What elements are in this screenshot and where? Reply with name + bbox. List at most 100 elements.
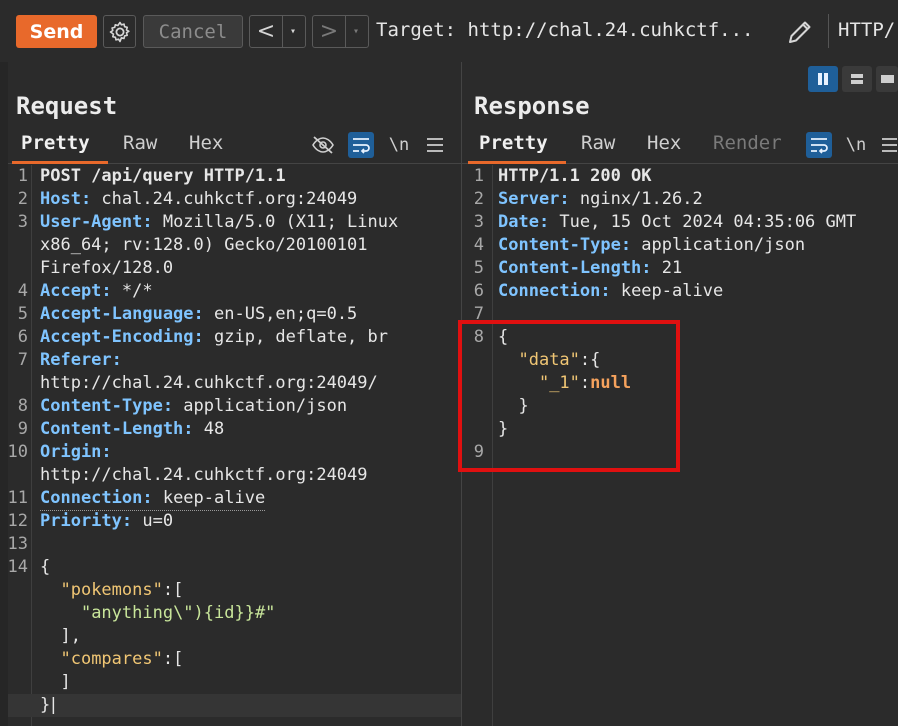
forward-navigation[interactable]: > ▾ (312, 15, 369, 48)
header-value: gzip, deflate, br (203, 327, 388, 347)
json-punctuation: ] (60, 672, 71, 692)
code-line: 6 Connection: keep-alive (462, 280, 898, 303)
eye-off-icon (312, 136, 334, 154)
code-line: 4 Accept: */* (8, 280, 461, 303)
target-url: Target: http://chal.24.cuhkctf... (376, 19, 754, 41)
json-line: "compares":[ (40, 648, 183, 671)
line-number: 4 (473, 235, 484, 255)
code-line: 2 Server: nginx/1.26.2 (462, 188, 898, 211)
response-tab-render[interactable]: Render (713, 132, 782, 154)
line-number: 3 (473, 212, 484, 232)
header-name: Accept-Language: (40, 304, 204, 324)
code-line: Firefox/128.0 (8, 257, 461, 280)
header-value: HTTP/1.1 200 OK (498, 166, 652, 186)
code-line: "compares":[ (8, 648, 461, 671)
line-text: http://chal.24.cuhkctf.org:24049 (40, 464, 368, 487)
header-value: 21 (651, 258, 683, 278)
response-tab-raw[interactable]: Raw (581, 132, 615, 154)
request-tab-raw[interactable]: Raw (123, 132, 157, 154)
line-text: Accept-Encoding: gzip, deflate, br (40, 326, 388, 349)
json-key: "pokemons" (60, 580, 163, 600)
header-name: Date: (498, 212, 550, 232)
header-value: */* (111, 281, 153, 301)
header-name: Accept-Encoding: (40, 327, 204, 347)
forward-history-caret-icon[interactable]: ▾ (345, 16, 366, 47)
header-name: Host: (40, 189, 92, 209)
line-number: 6 (17, 327, 28, 347)
response-menu-button[interactable] (880, 132, 898, 158)
line-text: User-Agent: Mozilla/5.0 (X11; Linux (40, 211, 398, 234)
line-text: Connection: keep-alive (40, 487, 266, 511)
layout-split-button[interactable] (808, 66, 838, 92)
response-tab-hex[interactable]: Hex (647, 132, 681, 154)
text-cursor: | (48, 695, 59, 715)
header-name: User-Agent: (40, 212, 153, 232)
code-line: }| (8, 694, 461, 717)
active-tab-indicator (12, 161, 108, 164)
line-number: 12 (7, 511, 28, 531)
back-history-caret-icon[interactable]: ▾ (282, 16, 303, 47)
code-line: 5 Accept-Language: en-US,en;q=0.5 (8, 303, 461, 326)
line-number: 1 (473, 166, 484, 186)
header-value: nginx/1.26.2 (569, 189, 703, 209)
line-number: 3 (17, 212, 28, 232)
header-name: Content-Length: (498, 258, 652, 278)
line-number: 9 (17, 419, 28, 439)
hide-nonprintable-button[interactable] (310, 132, 336, 158)
code-line: 8 Content-Type: application/json (8, 395, 461, 418)
json-line: ] (40, 671, 71, 694)
forward-arrow-icon[interactable]: > (313, 16, 345, 47)
menu-icon (882, 138, 897, 152)
request-tab-pretty[interactable]: Pretty (21, 132, 90, 154)
newline-toggle[interactable]: \n (386, 132, 412, 158)
newline-toggle[interactable]: \n (843, 132, 869, 158)
send-button[interactable]: Send (16, 15, 97, 48)
cancel-button[interactable]: Cancel (143, 15, 243, 48)
json-line: "pokemons":[ (40, 579, 183, 602)
code-line: 7 Referer: (8, 349, 461, 372)
wrap-icon (353, 138, 370, 154)
header-name: Accept: (40, 281, 112, 301)
line-text: Content-Length: 21 (498, 257, 682, 280)
line-number: 10 (7, 442, 28, 462)
line-number: 4 (17, 281, 28, 301)
line-text: Content-Type: application/json (498, 234, 805, 257)
code-line: 3 Date: Tue, 15 Oct 2024 04:35:06 GMT (462, 211, 898, 234)
back-navigation[interactable]: < ▾ (249, 15, 306, 48)
pencil-icon[interactable] (784, 16, 816, 48)
code-line: ], (8, 625, 461, 648)
line-number: 2 (473, 189, 484, 209)
back-arrow-icon[interactable]: < (250, 16, 282, 47)
wrap-lines-toggle[interactable] (806, 132, 832, 158)
line-text: Content-Type: application/json (40, 395, 347, 418)
line-number: 2 (17, 189, 28, 209)
response-tab-pretty[interactable]: Pretty (479, 132, 548, 154)
layout-split-icon (818, 73, 828, 85)
request-tabs: Pretty Raw Hex \n (8, 128, 461, 164)
layout-horizontal-icon (851, 74, 863, 84)
code-line: 6 Accept-Encoding: gzip, deflate, br (8, 326, 461, 349)
request-menu-button[interactable] (422, 132, 448, 158)
line-number: 5 (473, 258, 484, 278)
toolbar-divider (828, 14, 829, 48)
request-title: Request (16, 92, 118, 120)
header-name: Referer: (40, 350, 122, 370)
layout-horizontal-button[interactable] (842, 66, 872, 92)
header-value: keep-alive (610, 281, 724, 301)
header-name: Content-Length: (40, 419, 194, 439)
line-number: 14 (7, 557, 28, 577)
http-version-selector[interactable]: HTTP/ (838, 19, 895, 41)
line-text: Date: Tue, 15 Oct 2024 04:35:06 GMT (498, 211, 856, 234)
wrap-lines-toggle[interactable] (348, 132, 374, 158)
json-punctuation: { (40, 557, 51, 577)
line-text: Referer: (40, 349, 122, 372)
line-number: 6 (473, 281, 484, 301)
layout-single-button[interactable] (876, 66, 898, 92)
json-line: { (40, 556, 50, 579)
code-line: 5 Content-Length: 21 (462, 257, 898, 280)
layout-single-icon (881, 75, 894, 83)
code-line: "pokemons":[ (8, 579, 461, 602)
settings-button[interactable] (103, 15, 136, 48)
request-tab-hex[interactable]: Hex (189, 132, 223, 154)
json-line: ], (40, 625, 80, 648)
